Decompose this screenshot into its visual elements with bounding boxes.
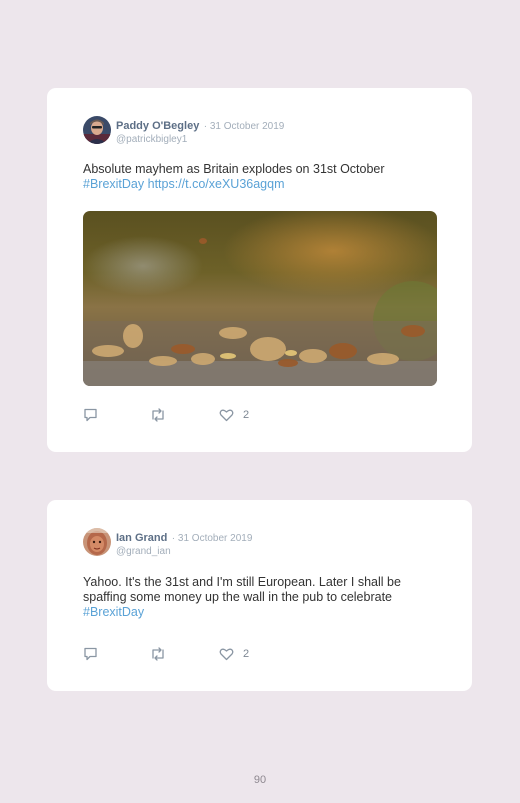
like-count: 2 (243, 409, 250, 421)
tweet-card: Paddy O'Begley · 31 October 2019 @patric… (47, 88, 472, 452)
hashtag-link[interactable]: #BrexitDay (83, 177, 144, 191)
retweet-icon[interactable] (150, 647, 166, 661)
hashtag-link[interactable]: #BrexitDay (83, 605, 144, 619)
tweet-actions: 2 (83, 408, 283, 424)
avatar[interactable] (83, 528, 111, 556)
tweet-date[interactable]: · 31 October 2019 (172, 533, 253, 544)
heart-icon[interactable] (219, 647, 234, 661)
author-handle[interactable]: @grand_ian (116, 545, 252, 558)
author-name[interactable]: Ian Grand (116, 532, 167, 544)
tweet-card: Ian Grand · 31 October 2019 @grand_ian Y… (47, 500, 472, 691)
tweet-text: Absolute mayhem as Britain explodes on 3… (83, 162, 433, 192)
tweet-date[interactable]: · 31 October 2019 (204, 121, 285, 132)
tweet-actions: 2 (83, 647, 283, 663)
tweet-body: Absolute mayhem as Britain explodes on 3… (83, 162, 385, 176)
tweet-media-image[interactable] (83, 211, 437, 386)
avatar[interactable] (83, 116, 111, 144)
reply-icon[interactable] (83, 647, 98, 661)
tweet-header: Paddy O'Begley · 31 October 2019 @patric… (116, 118, 284, 146)
page-number: 90 (253, 774, 267, 786)
tweet-header: Ian Grand · 31 October 2019 @grand_ian (116, 530, 252, 558)
retweet-icon[interactable] (150, 408, 166, 422)
author-handle[interactable]: @patrickbigley1 (116, 133, 284, 146)
reply-icon[interactable] (83, 408, 98, 422)
heart-icon[interactable] (219, 408, 234, 422)
tweet-text: Yahoo. It's the 31st and I'm still Europ… (83, 575, 433, 620)
like-count: 2 (243, 648, 250, 660)
tweet-body: Yahoo. It's the 31st and I'm still Europ… (83, 575, 401, 604)
author-name[interactable]: Paddy O'Begley (116, 120, 199, 132)
url-link[interactable]: https://t.co/xeXU36agqm (148, 177, 285, 191)
